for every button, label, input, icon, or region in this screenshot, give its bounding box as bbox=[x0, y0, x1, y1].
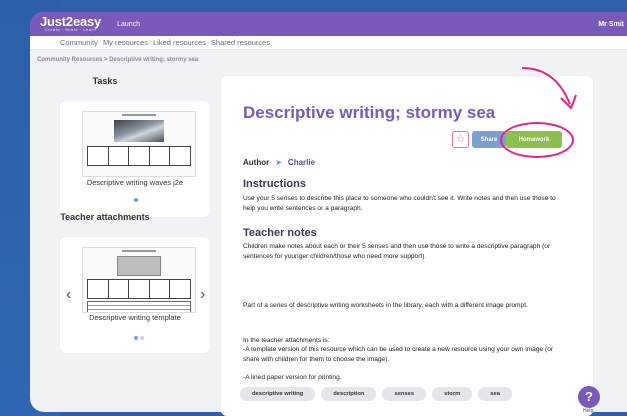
instructions-heading: Instructions bbox=[243, 178, 306, 190]
carousel-dot-active[interactable] bbox=[134, 336, 138, 340]
thumbnail-lines bbox=[87, 301, 191, 312]
tag[interactable]: senses bbox=[382, 387, 427, 401]
annotation-circle bbox=[500, 122, 574, 158]
placeholder-image bbox=[116, 256, 162, 276]
stormy-sea-image bbox=[114, 120, 164, 142]
teacher-notes-p2: Part of a series of descriptive writing … bbox=[243, 302, 528, 309]
help-label[interactable]: Help bbox=[583, 408, 593, 414]
attachment-thumbnail[interactable] bbox=[82, 247, 196, 313]
author-name[interactable]: Charlie bbox=[288, 158, 315, 167]
star-icon[interactable]: ☆ bbox=[452, 131, 469, 148]
user-name[interactable]: Mr Smit bbox=[598, 21, 624, 28]
thumbnail-grid bbox=[87, 279, 191, 299]
attachments-title: Teacher attachments bbox=[60, 212, 150, 222]
nav-my-resources[interactable]: My resources bbox=[103, 38, 148, 47]
task-caption[interactable]: Descriptive writing waves j2e bbox=[60, 178, 210, 187]
teacher-notes-p1: Children make notes about each or their … bbox=[243, 243, 551, 260]
subnav: Community My resources Liked resources S… bbox=[30, 36, 627, 50]
instructions-text: Use your 5 senses to describe this place… bbox=[243, 195, 556, 212]
carousel-dot[interactable] bbox=[140, 336, 144, 340]
carousel-dot-active[interactable] bbox=[134, 198, 138, 202]
tasks-title: Tasks bbox=[92, 76, 118, 86]
teacher-notes-p5: -A lined paper version for printing. bbox=[243, 374, 342, 381]
topbar: Just2easy Create · Share · Learn Launch … bbox=[30, 12, 627, 36]
author-label: Author bbox=[243, 158, 270, 167]
breadcrumb[interactable]: Community Resources > Descriptive writin… bbox=[37, 57, 198, 63]
tag[interactable]: description bbox=[321, 387, 377, 401]
annotation-arrow bbox=[521, 67, 577, 109]
nav-liked-resources[interactable]: Liked resources bbox=[153, 38, 206, 47]
attachment-caption[interactable]: Descriptive writing template bbox=[60, 313, 210, 322]
location-pin-icon: ➤ bbox=[275, 158, 282, 167]
thumbnail-title-line bbox=[83, 114, 195, 117]
resource-title: Descriptive writing; stormy sea bbox=[243, 103, 496, 122]
nav-shared-resources[interactable]: Shared resources bbox=[211, 38, 270, 47]
thumbnail-grid bbox=[87, 146, 191, 166]
chevron-left-icon[interactable]: ‹ bbox=[66, 287, 71, 303]
thumbnail-title-line bbox=[83, 250, 195, 253]
tag[interactable]: sea bbox=[478, 387, 512, 401]
teacher-notes-heading: Teacher notes bbox=[243, 227, 317, 239]
tag[interactable]: descriptive writing bbox=[240, 387, 316, 401]
help-icon[interactable]: ? bbox=[578, 386, 600, 408]
tag-list: descriptive writing description senses s… bbox=[240, 387, 512, 401]
logo[interactable]: Just2easy Create · Share · Learn bbox=[40, 15, 101, 32]
author-row: Author ➤ Charlie bbox=[243, 158, 315, 167]
tag[interactable]: storm bbox=[432, 387, 473, 401]
task-thumbnail[interactable] bbox=[82, 111, 196, 177]
logo-tagline: Create · Share · Learn bbox=[45, 27, 97, 32]
chevron-right-icon[interactable]: › bbox=[200, 287, 205, 303]
nav-community[interactable]: Community bbox=[60, 38, 98, 47]
launch-link[interactable]: Launch bbox=[117, 21, 140, 28]
teacher-notes-p4: -A template version of this resource whi… bbox=[243, 346, 554, 363]
